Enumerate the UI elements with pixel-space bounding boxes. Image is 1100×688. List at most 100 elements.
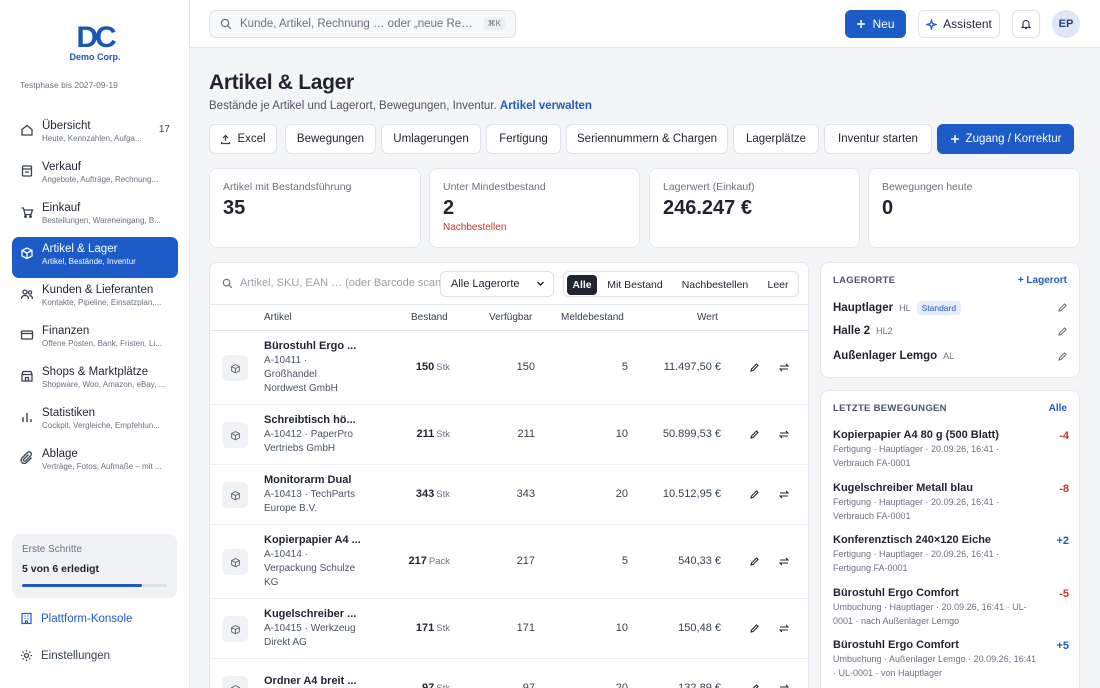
new-button-label: Neu xyxy=(872,17,895,31)
filter-mit-bestand[interactable]: Mit Bestand xyxy=(601,275,669,295)
edit-icon[interactable] xyxy=(750,490,759,499)
settings-link[interactable]: Einstellungen xyxy=(20,649,110,662)
sidebar-item-kunden-lieferanten[interactable]: Kunden & Lieferanten Kontakte, Pipeline,… xyxy=(12,278,178,319)
col-wert[interactable]: Wert xyxy=(697,312,718,323)
add-location-link[interactable]: + Lagerort xyxy=(1018,275,1067,286)
lagerplaetze-button[interactable]: Lagerplätze xyxy=(733,124,819,154)
platform-console-link[interactable]: Plattform-Konsole xyxy=(20,612,132,625)
sidebar-item-shops[interactable]: Shops & Marktplätze Shopware, Woo, Amazo… xyxy=(12,360,178,401)
table-row[interactable]: Ordner A4 breit ...A-10416 · Textilhaus9… xyxy=(210,659,808,688)
shortcut-hint: ⌘K xyxy=(483,17,505,30)
filter-nachbestellen[interactable]: Nachbestellen xyxy=(674,275,756,295)
edit-icon[interactable] xyxy=(750,624,759,633)
avatar[interactable]: EP xyxy=(1052,10,1080,38)
sidebar-item-statistiken[interactable]: Statistiken Cockpit, Vergleiche, Empfehl… xyxy=(12,401,178,442)
location-item[interactable]: Halle 2 HL2 xyxy=(833,325,893,337)
movement-item[interactable]: Bürostuhl Ergo Comfort Umbuchung · Hauptl… xyxy=(833,587,1069,628)
article-meta-line: Europe B.V. xyxy=(264,503,318,514)
bewegungen-button[interactable]: Bewegungen xyxy=(285,124,376,154)
company-logo[interactable]: DC Demo Corp. xyxy=(68,23,122,63)
edit-icon[interactable] xyxy=(750,684,759,688)
table-row[interactable]: Bürostuhl Ergo ... A-10411 · Großhandel Nor… xyxy=(210,331,808,405)
box-icon xyxy=(20,246,34,260)
edit-icon[interactable] xyxy=(750,557,759,566)
sidebar-item-ablage[interactable]: Ablage Verträge, Fotos, Aufmaße – mit ..… xyxy=(12,442,178,483)
movement-item[interactable]: Kugelschreiber Metall blau Fertigung · Ha… xyxy=(833,482,1069,523)
articles-table-card: Artikel, SKU, EAN … (oder Barcode scanne… xyxy=(209,262,809,688)
edit-icon[interactable] xyxy=(1058,352,1067,361)
notifications-button[interactable] xyxy=(1012,10,1040,38)
global-search-input[interactable]: Kunde, Artikel, Rechnung … oder „neue Re… xyxy=(209,10,516,38)
edit-icon[interactable] xyxy=(750,363,759,372)
stock-value: 150 Stk xyxy=(416,361,450,373)
transfer-icon[interactable] xyxy=(779,557,789,566)
location-item[interactable]: Hauptlager HL Standard xyxy=(833,301,962,315)
stock-unit: Stk xyxy=(436,429,450,440)
article-name[interactable]: Bürostuhl Ergo ... xyxy=(264,340,356,352)
sidebar-item-verkauf[interactable]: Verkauf Angebote, Aufträge, Rechnung... xyxy=(12,155,178,196)
stock-value: 171 Stk xyxy=(416,622,450,634)
seriennummern-button[interactable]: Seriennummern & Chargen xyxy=(566,124,728,154)
table-row[interactable]: Kopierpapier A4 ... A-10414 · Verpackung S… xyxy=(210,525,808,599)
article-name[interactable]: Kopierpapier A4 ... xyxy=(264,534,361,546)
manage-articles-link[interactable]: Artikel verwalten xyxy=(500,100,592,112)
stat-value: 0 xyxy=(882,197,894,219)
location-select-value: Alle Lagerorte xyxy=(451,278,520,290)
table-row[interactable]: Schreibtisch hö... A-10412 · PaperPro Vert… xyxy=(210,405,808,465)
transfer-icon[interactable] xyxy=(779,363,789,372)
filter-leer[interactable]: Leer xyxy=(760,275,796,295)
article-meta: A-10412 · PaperPro Vertriebs GmbH xyxy=(264,428,360,456)
transfer-icon[interactable] xyxy=(779,624,789,633)
col-bestand[interactable]: Bestand xyxy=(411,312,448,323)
first-steps-card[interactable]: Erste Schritte 5 von 6 erledigt xyxy=(12,534,177,598)
fertigung-button[interactable]: Fertigung xyxy=(486,124,561,154)
article-name[interactable]: Monitorarm Dual xyxy=(264,474,351,486)
edit-icon[interactable] xyxy=(750,430,759,439)
box-icon xyxy=(222,422,248,448)
building-icon xyxy=(20,612,33,625)
sidebar-item-einkauf[interactable]: Einkauf Bestellungen, Wareneingang, B... xyxy=(12,196,178,237)
movement-item[interactable]: Konferenztisch 240×120 Eiche Fertigung · … xyxy=(833,534,1069,575)
all-movements-link[interactable]: Alle xyxy=(1049,403,1067,414)
filter-alle[interactable]: Alle xyxy=(567,275,597,295)
edit-icon[interactable] xyxy=(1058,327,1067,336)
movement-quantity: -5 xyxy=(1059,588,1069,600)
article-search-input[interactable]: Artikel, SKU, EAN … (oder Barcode scanne… xyxy=(222,272,442,296)
location-select[interactable]: Alle Lagerorte xyxy=(440,271,554,297)
article-name[interactable]: Kugelschreiber ... xyxy=(264,608,356,620)
movement-article: Kugelschreiber Metall blau xyxy=(833,482,973,494)
article-name[interactable]: Ordner A4 breit ... xyxy=(264,675,357,687)
table-row[interactable]: Kugelschreiber ... A-10415 · Werkzeug Dire… xyxy=(210,599,808,659)
stock-number: 171 xyxy=(415,622,435,634)
excel-button[interactable]: Excel xyxy=(209,124,277,154)
assistant-button[interactable]: Assistent xyxy=(918,10,1000,38)
col-meldebestand[interactable]: Meldebestand xyxy=(561,312,624,323)
available-value: 211 xyxy=(517,428,535,440)
article-name[interactable]: Schreibtisch hö... xyxy=(264,414,356,426)
col-verfuegbar[interactable]: Verfügbar xyxy=(489,312,532,323)
movement-article: Konferenztisch 240×120 Eiche xyxy=(833,534,992,546)
settings-label: Einstellungen xyxy=(41,649,111,662)
movement-item[interactable]: Bürostuhl Ergo Comfort Umbuchung · Außenl… xyxy=(833,639,1069,680)
movement-quantity: -4 xyxy=(1059,430,1069,442)
stock-value: 343 Stk xyxy=(416,488,450,500)
stock-number: 97 xyxy=(422,682,435,688)
transfer-icon[interactable] xyxy=(779,490,789,499)
stock-worth-value: 11.497,50 € xyxy=(663,361,721,373)
table-row[interactable]: Monitorarm Dual A-10413 · TechParts Europe… xyxy=(210,465,808,525)
stat-card-mindestbestand[interactable]: Unter Mindestbestand 2 Nachbestellen xyxy=(429,168,640,248)
sidebar-item-finanzen[interactable]: Finanzen Offene Posten, Bank, Fristen, L… xyxy=(12,319,178,360)
location-item[interactable]: Außenlager Lemgo AL xyxy=(833,350,954,362)
edit-icon[interactable] xyxy=(1058,303,1067,312)
new-button[interactable]: Neu xyxy=(845,10,906,38)
transfer-icon[interactable] xyxy=(779,684,789,688)
movement-item[interactable]: Kopierpapier A4 80 g (500 Blatt) Fertigun… xyxy=(833,429,1069,470)
sidebar-item-artikel-lager[interactable]: Artikel & Lager Artikel, Bestände, Inven… xyxy=(12,237,178,278)
sidebar-item-uebersicht[interactable]: Übersicht Heute, Kennzahlen, Aufga... 17 xyxy=(12,114,178,155)
inventur-button[interactable]: Inventur starten xyxy=(824,124,932,154)
stat-card-bewegungen: Bewegungen heute 0 xyxy=(868,168,1080,248)
umlagerungen-button[interactable]: Umlagerungen xyxy=(381,124,481,154)
zugang-korrektur-button[interactable]: Zugang / Korrektur xyxy=(937,124,1074,154)
transfer-icon[interactable] xyxy=(779,430,789,439)
col-artikel[interactable]: Artikel xyxy=(264,312,292,323)
